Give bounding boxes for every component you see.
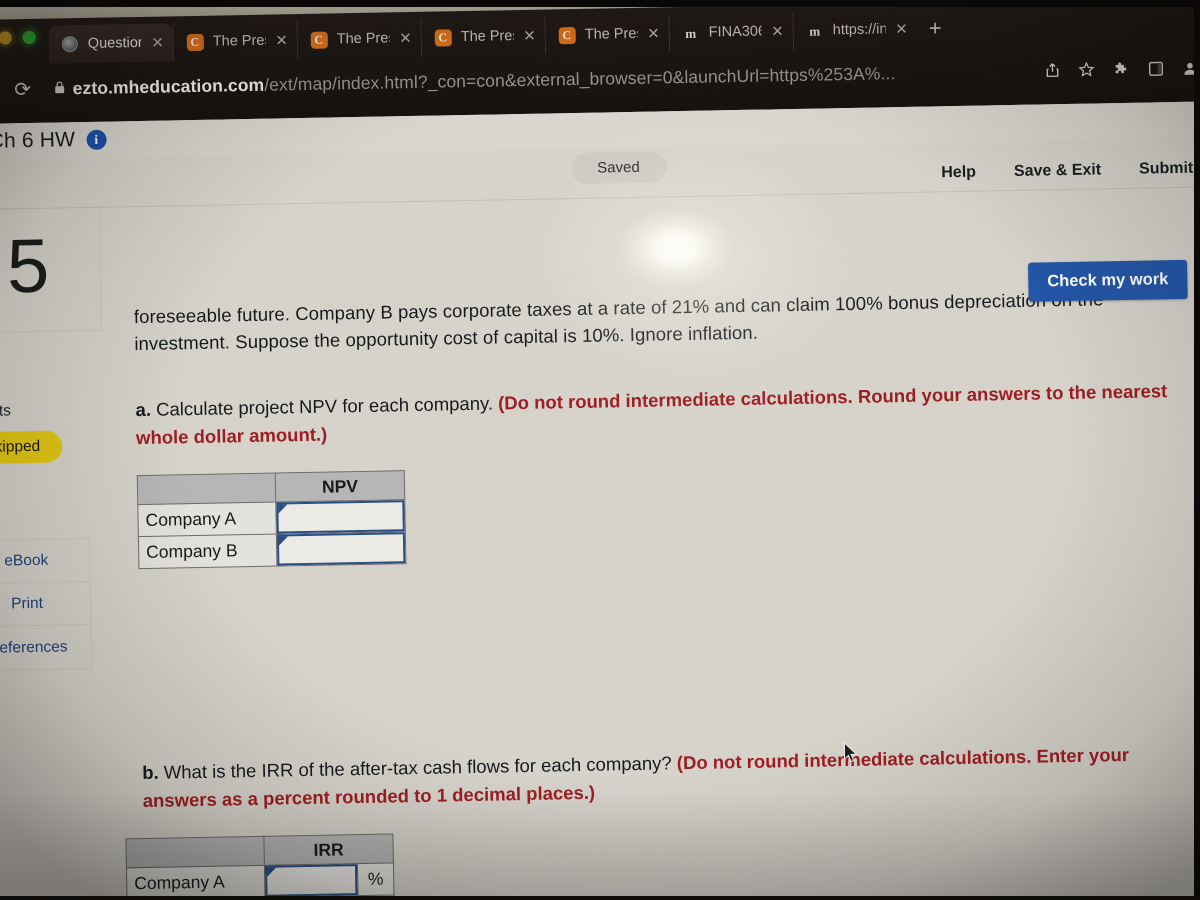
npv-row-label: Company A xyxy=(137,502,277,537)
close-icon[interactable]: ✕ xyxy=(895,20,908,37)
laptop-screen-photo: A Mon 28 Mar 9:10 xyxy=(0,0,1200,900)
tab-title: The Pres xyxy=(460,28,515,46)
maximize-button[interactable] xyxy=(22,30,36,45)
table-row: Company B xyxy=(138,531,406,569)
connect-favicon: C xyxy=(434,28,452,47)
tab-title: The Pres xyxy=(212,32,267,50)
close-icon[interactable]: ✕ xyxy=(771,23,784,40)
extensions-puzzle-icon[interactable] xyxy=(1113,61,1129,77)
points-label: points xyxy=(0,402,12,421)
omnibox-actions xyxy=(1035,59,1200,78)
points-value: 0 xyxy=(0,378,99,402)
irr-company-a-input[interactable] xyxy=(264,864,358,897)
irr-answer-table: IRR Company A % Company B xyxy=(125,833,395,900)
mheducation-favicon: m xyxy=(809,22,821,39)
irr-value-header: IRR xyxy=(263,833,394,866)
page-title: Ch 6 HW xyxy=(0,128,76,153)
part-a-prompt: Calculate project NPV for each company. xyxy=(155,392,494,420)
screen-content: A Mon 28 Mar 9:10 xyxy=(0,0,1200,900)
globe-favicon xyxy=(61,35,79,53)
print-button[interactable]: Print xyxy=(0,581,91,628)
browser-tab[interactable]: C The Pres ✕ xyxy=(420,16,546,57)
url-host: ezto.mheducation.com xyxy=(72,74,265,98)
npv-input-cell[interactable] xyxy=(276,531,406,567)
part-a-label: a. xyxy=(135,398,152,421)
question-body: Check my work foreseeable future. Compan… xyxy=(125,187,1200,900)
npv-row-header xyxy=(137,473,276,505)
npv-answer-table: NPV Company A Company B xyxy=(137,470,407,569)
toolbar-links: Help Save & Exit Submit xyxy=(941,160,1193,183)
table-row: Company A % xyxy=(126,862,394,900)
mheducation-favicon: m xyxy=(685,25,697,41)
question-content: 5 0 points Skipped eBook Print Reference… xyxy=(0,187,1200,900)
irr-row-header xyxy=(125,836,265,868)
references-button[interactable]: References xyxy=(0,625,91,670)
table-row: Company A xyxy=(137,499,406,537)
save-and-exit-button[interactable]: Save & Exit xyxy=(1014,161,1101,181)
question-stem: foreseeable future. Company B pays corpo… xyxy=(133,288,1104,355)
irr-input-cell[interactable] xyxy=(264,863,358,898)
npv-row-label: Company B xyxy=(138,534,277,569)
close-icon[interactable]: ✕ xyxy=(399,29,412,46)
tab-title: The Pres xyxy=(336,30,391,48)
bookmark-star-icon[interactable] xyxy=(1078,61,1095,77)
irr-row-label: Company A xyxy=(126,865,266,900)
padlock-icon[interactable] xyxy=(53,80,65,97)
browser-tab[interactable]: m FINA306 ✕ xyxy=(668,12,794,53)
window-traffic-lights xyxy=(0,30,36,45)
close-icon[interactable]: ✕ xyxy=(151,34,164,51)
page-viewport: Ch 6 HW i Saved Help Save & Exit Submit … xyxy=(0,101,1200,900)
connect-favicon: C xyxy=(310,31,328,49)
minimize-button[interactable] xyxy=(0,31,12,45)
tab-title: Question xyxy=(87,34,143,52)
tab-title: https://in xyxy=(832,21,887,39)
sidebar-panel-icon[interactable] xyxy=(1148,61,1164,76)
question-number: 5 xyxy=(6,223,50,310)
help-button[interactable]: Help xyxy=(941,164,976,183)
npv-value-header: NPV xyxy=(275,470,405,503)
npv-company-b-input[interactable] xyxy=(276,532,406,566)
status-badge: Saved xyxy=(570,151,667,185)
reload-icon[interactable]: ⟳ xyxy=(5,76,39,102)
submit-button[interactable]: Submit xyxy=(1139,160,1194,179)
browser-tab[interactable]: C The Pres ✕ xyxy=(296,18,422,60)
part-b-label: b. xyxy=(142,761,159,784)
screen-bezel-right xyxy=(1194,0,1200,900)
close-icon[interactable]: ✕ xyxy=(647,25,660,42)
close-icon[interactable]: ✕ xyxy=(275,32,288,49)
ebook-button[interactable]: eBook xyxy=(0,538,90,585)
question-side-buttons: eBook Print References xyxy=(0,537,93,672)
connect-favicon: C xyxy=(186,33,204,51)
points-panel: 0 points Skipped xyxy=(0,378,101,465)
browser-tab[interactable]: C The Pres ✕ xyxy=(172,21,298,62)
info-icon[interactable]: i xyxy=(86,129,107,150)
skipped-badge: Skipped xyxy=(0,430,63,465)
screen-bezel-top xyxy=(0,0,1200,7)
tab-title: The Pres xyxy=(584,25,639,43)
close-icon[interactable]: ✕ xyxy=(523,27,536,44)
browser-tab[interactable]: C The Pres ✕ xyxy=(544,14,670,55)
screen-bezel-bottom xyxy=(0,896,1200,900)
tab-title: FINA306 xyxy=(708,23,763,41)
npv-company-a-input[interactable] xyxy=(276,500,405,534)
irr-percent-suffix: % xyxy=(357,862,394,896)
question-part-b: b. What is the IRR of the after-tax cash… xyxy=(142,740,1183,814)
question-part-a: a. Calculate project NPV for each compan… xyxy=(135,377,1176,451)
address-bar[interactable]: ezto.mheducation.com/ext/map/index.html?… xyxy=(72,60,1035,99)
check-my-work-button[interactable]: Check my work xyxy=(1027,259,1188,302)
browser-tab[interactable]: Question ✕ xyxy=(48,23,174,64)
connect-favicon: C xyxy=(558,26,576,44)
part-b-prompt: What is the IRR of the after-tax cash fl… xyxy=(163,752,672,783)
share-icon[interactable] xyxy=(1045,62,1059,78)
browser-tab[interactable]: m https://in ✕ xyxy=(792,9,918,50)
new-tab-button[interactable]: + xyxy=(928,15,941,40)
url-path: /ext/map/index.html?_con=con&external_br… xyxy=(264,62,896,95)
mouse-cursor xyxy=(843,741,859,764)
npv-input-cell[interactable] xyxy=(275,499,406,535)
